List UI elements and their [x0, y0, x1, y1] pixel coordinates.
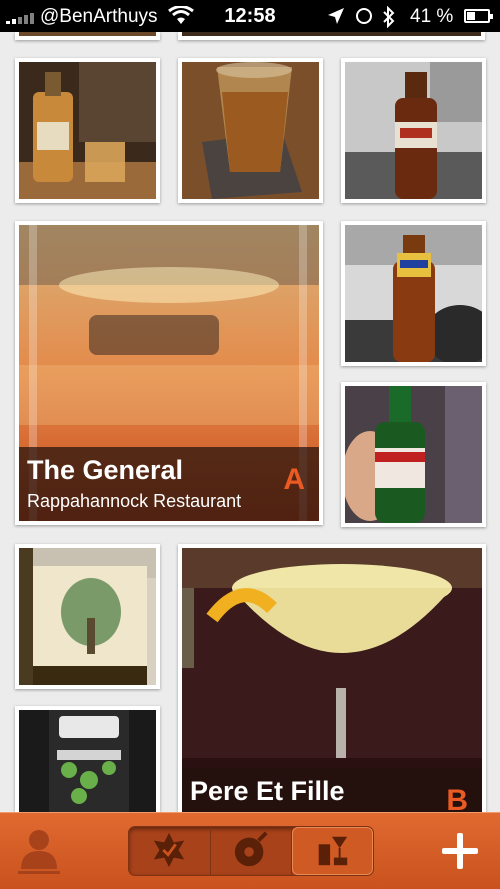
alarm-clock-icon — [356, 8, 372, 24]
photo-tile[interactable] — [341, 382, 486, 527]
plus-icon — [440, 831, 480, 871]
featured-photo-tile[interactable]: Pere Et Fille B — [178, 544, 486, 812]
profile-tab[interactable] — [18, 825, 60, 875]
beer-glass-photo — [182, 62, 319, 199]
status-bar: @BenArthuys 12:58 41 % — [0, 0, 500, 32]
beer-bottle-photo — [345, 62, 482, 199]
photo-tile[interactable] — [15, 544, 160, 689]
tab-bar — [0, 812, 500, 889]
featured-photo-tile[interactable]: The General Rappahannock Restaurant A — [15, 221, 323, 525]
add-button[interactable] — [440, 831, 480, 871]
battery-percentage: 41 % — [410, 6, 454, 27]
whiskey-bottle-photo — [19, 62, 156, 199]
venue-name: The General — [27, 455, 184, 485]
photo-tile[interactable] — [15, 58, 160, 203]
photo-tile[interactable] — [341, 58, 486, 203]
person-icon — [18, 830, 60, 874]
photo-tile-partial[interactable] — [178, 32, 485, 40]
photo-tile[interactable] — [15, 706, 160, 812]
beer-bottle-photo — [345, 225, 495, 365]
explore-tab[interactable] — [211, 827, 293, 875]
drinks-icon — [319, 836, 348, 866]
photo-tile-partial[interactable] — [15, 32, 160, 40]
map-marker-letter: B — [446, 784, 468, 812]
featured-caption: Pere Et Fille B — [182, 768, 482, 812]
favorites-tab[interactable] — [129, 827, 211, 875]
anchor-brewing-bottle-photo — [19, 548, 156, 685]
featured-caption: The General Rappahannock Restaurant A — [19, 447, 319, 521]
drinks-tab[interactable] — [292, 827, 373, 875]
tab-segment-control — [128, 826, 374, 876]
photo-tile[interactable] — [341, 221, 495, 366]
venue-location: Rappahannock Restaurant — [27, 491, 242, 511]
photo-tile[interactable] — [178, 58, 323, 203]
location-arrow-icon — [328, 8, 344, 24]
bluetooth-icon — [383, 6, 395, 28]
ruckus-beer-can-photo — [19, 710, 156, 812]
badge-icon — [153, 832, 185, 868]
stella-artois-bottle-photo — [342, 386, 482, 523]
venue-name: Pere Et Fille — [190, 776, 345, 806]
map-marker-letter: A — [283, 463, 305, 496]
battery-icon — [464, 9, 493, 23]
compass-icon — [234, 831, 268, 867]
